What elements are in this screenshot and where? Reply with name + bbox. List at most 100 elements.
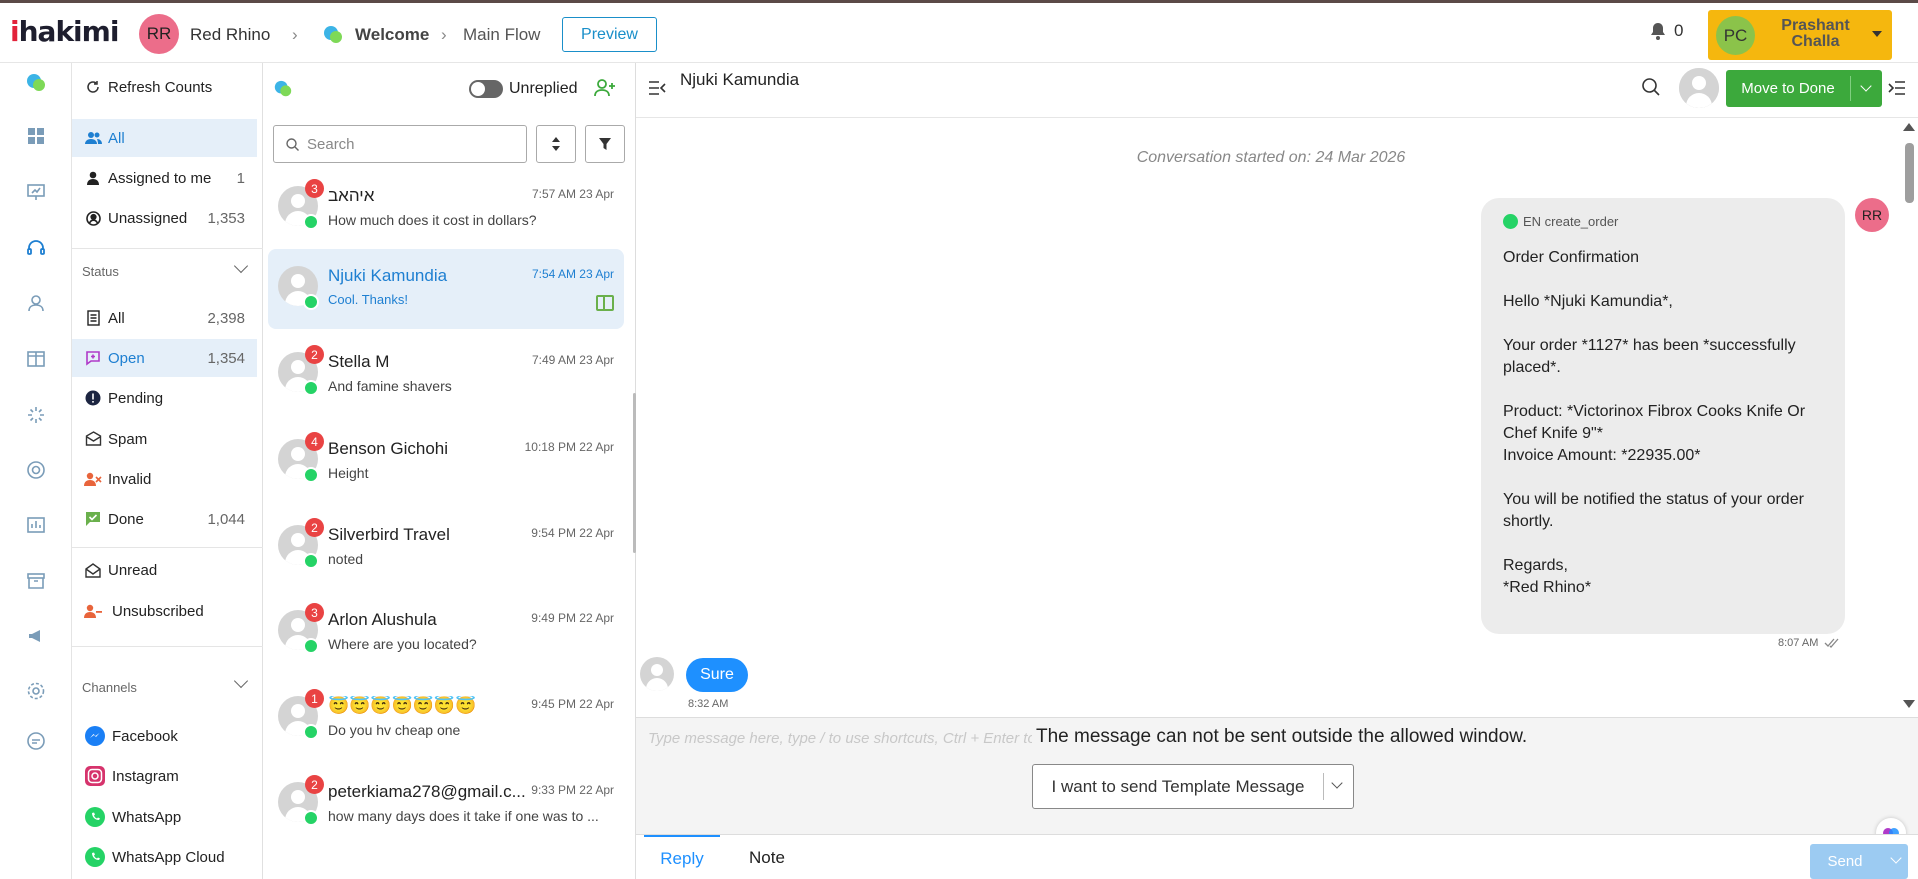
status-invalid[interactable]: Invalid [72,460,257,498]
brand-logo[interactable]: ihakimi [10,15,119,48]
archive-icon[interactable] [25,570,47,592]
tab-reply[interactable]: Reply [644,835,720,879]
user-menu[interactable]: PC Prashant Challa [1708,10,1892,60]
preview-button[interactable]: Preview [562,17,657,52]
add-contact-icon[interactable] [594,78,616,98]
channel-whatsapp-cloud[interactable]: WhatsApp Cloud [72,838,257,876]
move-to-done-button[interactable]: Move to Done [1726,70,1882,107]
label-icon[interactable] [596,295,614,311]
channel-whatsapp[interactable]: WhatsApp [72,798,257,836]
folder-label: Assigned to me [108,169,212,187]
search-icon [286,137,299,151]
conversation-item[interactable]: 3 Arlon Alushula 9:49 PM 22 Apr Where are y… [268,593,624,673]
message-line: Regards, [1503,557,1568,574]
folder-assigned-to-me[interactable]: Assigned to me 1 [72,159,257,197]
send-button[interactable]: Send [1810,844,1908,879]
scroll-down-icon[interactable] [1903,700,1915,708]
folder-unread[interactable]: Unread [72,551,257,589]
analytics-icon[interactable] [25,514,47,536]
chevron-down-icon[interactable] [1860,80,1872,92]
unread-badge: 3 [305,179,324,198]
status-spam[interactable]: Spam [72,420,257,458]
chat-scrollbar[interactable] [1905,143,1914,203]
collapse-sidebar-icon[interactable] [648,80,666,96]
megaphone-icon[interactable] [25,625,47,647]
status-open[interactable]: Open 1,354 [72,339,257,377]
conversation-name: 😇😇😇😇😇😇😇 [328,696,477,715]
channel-facebook[interactable]: Facebook [72,717,257,755]
breadcrumb-main-flow[interactable]: Main Flow [463,25,540,45]
conversation-item[interactable]: 2 Stella M 7:49 AM 23 Apr And famine shaver… [268,335,624,415]
icon-rail [0,63,72,879]
whatsapp-icon [303,638,319,654]
org-name[interactable]: Red Rhino [190,25,270,45]
folder-unassigned[interactable]: Unassigned 1,353 [72,199,257,237]
chevron-down-icon[interactable] [233,258,249,274]
incoming-message[interactable]: Sure [686,658,748,692]
folder-unsubscribed[interactable]: Unsubscribed [72,592,257,630]
sort-button[interactable] [536,125,576,163]
folder-label: Open [108,349,145,367]
window-notice: The message can not be sent outside the … [1032,726,1532,748]
conversation-started: Conversation started on: 24 Mar 2026 [1136,149,1406,166]
breadcrumb-welcome[interactable]: Welcome [355,25,429,45]
unread-badge: 4 [305,432,324,451]
columns-icon[interactable] [25,348,47,370]
loader-icon[interactable] [25,404,47,426]
settings-icon[interactable] [25,680,47,702]
send-template-button[interactable]: I want to send Template Message [1032,764,1354,809]
divider [72,547,263,548]
outgoing-message[interactable]: EN create_order Order Confirmation Hello … [1481,198,1845,634]
divider [1850,76,1851,101]
conversation-time: 9:33 PM 22 Apr [531,783,614,797]
refresh-counts-button[interactable]: Refresh Counts [72,68,257,106]
scroll-up-icon[interactable] [1903,123,1915,131]
channel-instagram[interactable]: Instagram [72,757,257,795]
send-label: Send [1827,853,1863,870]
conversation-item[interactable]: 2 Silverbird Travel 9:54 PM 22 Apr noted [268,508,624,588]
conversation-preview: Height [328,465,369,481]
status-pending[interactable]: Pending [72,379,257,417]
feedback-icon[interactable] [25,730,47,752]
conversation-item[interactable]: Njuki Kamundia 7:54 AM 23 Apr Cool. Thanks… [268,249,624,329]
channels-section-title: Channels [82,680,137,695]
folder-all[interactable]: All [72,119,257,157]
search-input[interactable]: Search [273,125,527,163]
tab-note[interactable]: Note [732,835,802,879]
message-input[interactable]: Type message here, type / to use shortcu… [648,730,1073,747]
conversation-time: 10:18 PM 22 Apr [524,440,614,454]
dashboard-icon[interactable] [25,125,47,147]
contact-name[interactable]: Njuki Kamundia [680,68,800,92]
conversation-item[interactable]: 1 😇😇😇😇😇😇😇 9:45 PM 22 Apr Do you hv cheap on… [268,679,624,759]
filter-button[interactable] [585,125,625,163]
conversation-item[interactable]: 2 peterkiama278@gmail.c... 9:33 PM 22 Apr h… [268,765,624,845]
details-panel-icon[interactable] [1888,80,1906,96]
unread-badge: 3 [305,603,324,622]
lifebuoy-icon[interactable] [25,459,47,481]
unreplied-toggle[interactable] [469,80,503,98]
chevron-down-icon[interactable] [1331,777,1343,789]
org-avatar[interactable]: RR [139,14,179,54]
status-done[interactable]: Done 1,044 [72,500,257,538]
chat-panel: Njuki Kamundia Move to Done Conversation… [636,63,1918,879]
caret-down-icon [1872,31,1882,37]
conversation-name: איהאב [328,186,375,205]
unread-badge: 2 [305,518,324,537]
nav-chats-icon[interactable] [25,72,47,94]
conversation-preview: Cool. Thanks! [328,292,408,307]
channel-label: Facebook [112,727,178,745]
instagram-icon [84,766,106,786]
headset-icon[interactable] [25,237,47,259]
conversation-item[interactable]: 4 Benson Gichohi 10:18 PM 22 Apr Height [268,422,624,502]
notifications[interactable]: 0 [1648,21,1683,41]
contacts-icon[interactable] [25,292,47,314]
assignee-avatar[interactable] [1679,68,1719,108]
chevron-down-icon[interactable] [1890,852,1902,864]
chevron-down-icon[interactable] [233,673,249,689]
conversation-item[interactable]: 3 איהאב 7:57 AM 23 Apr How much does it cos… [268,169,624,249]
conversation-preview: how many days does it take if one was to… [328,808,599,824]
presentation-icon[interactable] [25,181,47,203]
search-icon[interactable] [1641,77,1661,97]
status-all[interactable]: All 2,398 [72,299,257,337]
chevron-right-icon: › [441,25,447,44]
